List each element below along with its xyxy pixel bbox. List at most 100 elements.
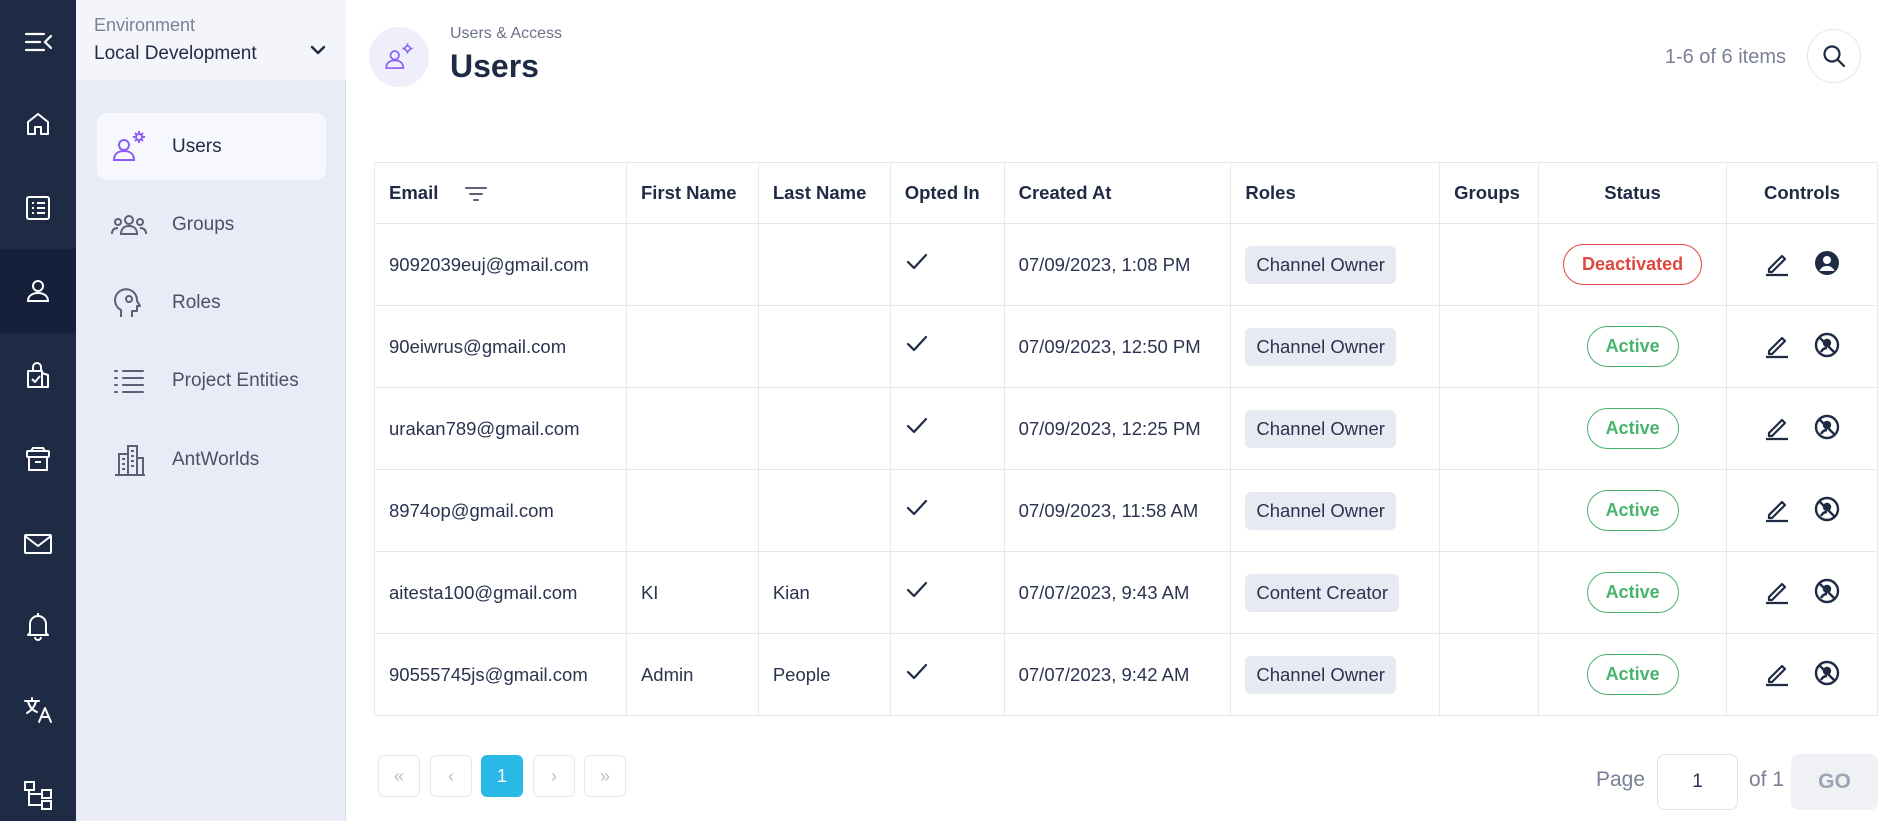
role-badge: Channel Owner xyxy=(1245,655,1396,694)
cell-created-at: 07/09/2023, 11:58 AM xyxy=(1003,469,1232,552)
status-badge: Deactivated xyxy=(1563,244,1703,285)
pencil-icon xyxy=(1766,500,1789,522)
status-badge: Active xyxy=(1586,326,1679,367)
role-badge: Channel Owner xyxy=(1245,491,1396,530)
column-header-last-name: Last Name xyxy=(757,162,891,224)
cell-opted-in xyxy=(889,305,1005,388)
go-button[interactable]: GO xyxy=(1791,754,1878,810)
cell-first-name xyxy=(625,469,759,552)
table-row: 90555745js@gmail.com Admin People 07/07/… xyxy=(374,633,1878,716)
users-gear-icon xyxy=(112,131,145,161)
first-page-button[interactable]: « xyxy=(378,755,420,797)
cell-opted-in xyxy=(889,469,1005,552)
cell-email: aitesta100@gmail.com xyxy=(374,551,627,634)
side-panel: Environment Local Development Users Grou… xyxy=(76,0,346,821)
filter-icon[interactable] xyxy=(464,184,488,204)
table-row: 9092039euj@gmail.com 07/09/2023, 1:08 PM… xyxy=(374,223,1878,306)
cell-opted-in xyxy=(889,387,1005,470)
users-gear-icon xyxy=(385,43,413,69)
check-icon xyxy=(906,253,927,270)
edit-button[interactable] xyxy=(1762,658,1792,688)
column-header-first-name: First Name xyxy=(625,162,759,224)
next-page-button[interactable]: › xyxy=(533,755,575,797)
users-table: Email First Name Last Name Opted In Crea… xyxy=(374,162,1878,716)
cell-status: Active xyxy=(1538,305,1728,388)
cell-email: 90eiwrus@gmail.com xyxy=(374,305,627,388)
home-icon xyxy=(27,113,49,135)
edit-button[interactable] xyxy=(1762,330,1792,360)
deactivate-user-button[interactable] xyxy=(1812,576,1842,606)
rail-archive[interactable] xyxy=(0,418,76,502)
cell-created-at: 07/07/2023, 9:42 AM xyxy=(1003,633,1232,716)
column-header-roles: Roles xyxy=(1230,162,1441,224)
sidebar-item-antworlds[interactable]: AntWorlds xyxy=(97,426,326,493)
rail-mail[interactable] xyxy=(0,502,76,586)
pencil-icon xyxy=(1766,582,1789,604)
user-block-icon xyxy=(1814,414,1840,439)
cell-email: 8974op@gmail.com xyxy=(374,469,627,552)
rail-users[interactable] xyxy=(0,249,76,333)
menu-collapse-button[interactable] xyxy=(0,0,76,84)
edit-button[interactable] xyxy=(1762,248,1792,278)
rail-translate[interactable] xyxy=(0,668,76,752)
icon-rail xyxy=(0,0,76,821)
buildings-icon xyxy=(115,445,145,476)
deactivate-user-button[interactable] xyxy=(1812,658,1842,688)
column-header-created-at: Created At xyxy=(1003,162,1232,224)
cell-email: 90555745js@gmail.com xyxy=(374,633,627,716)
item-count: 1-6 of 6 items xyxy=(1664,46,1786,68)
chevron-down-icon xyxy=(310,45,326,55)
role-badge: Channel Owner xyxy=(1245,245,1396,284)
bag-check-icon xyxy=(27,362,49,388)
search-icon xyxy=(1823,45,1846,68)
last-page-button[interactable]: » xyxy=(584,755,626,797)
rail-list[interactable] xyxy=(0,166,76,250)
column-header-status: Status xyxy=(1538,162,1728,224)
column-header-groups: Groups xyxy=(1439,162,1540,224)
column-header-controls: Controls xyxy=(1726,162,1878,224)
pencil-icon xyxy=(1766,664,1789,686)
cell-groups xyxy=(1439,223,1540,306)
table-row: 90eiwrus@gmail.com 07/09/2023, 12:50 PM … xyxy=(374,305,1878,388)
sidebar-item-roles[interactable]: Roles xyxy=(97,269,326,336)
environment-selector[interactable]: Environment Local Development xyxy=(76,0,346,80)
column-header-email[interactable]: Email xyxy=(374,162,627,224)
cell-roles: Channel Owner xyxy=(1230,223,1441,306)
cell-groups xyxy=(1439,387,1540,470)
activate-user-button[interactable] xyxy=(1812,248,1842,278)
deactivate-user-button[interactable] xyxy=(1812,330,1842,360)
search-button[interactable] xyxy=(1807,29,1861,83)
page-number-input[interactable] xyxy=(1657,754,1738,810)
cell-controls xyxy=(1726,469,1878,552)
rail-notifications[interactable] xyxy=(0,584,76,668)
cell-opted-in xyxy=(889,551,1005,634)
deactivate-user-button[interactable] xyxy=(1812,412,1842,442)
rail-bag[interactable] xyxy=(0,334,76,418)
cell-last-name xyxy=(757,387,891,470)
cell-first-name: KI xyxy=(625,551,759,634)
page-1-button[interactable]: 1 xyxy=(481,755,523,797)
pencil-icon xyxy=(1766,418,1789,440)
cell-groups xyxy=(1439,633,1540,716)
cell-first-name xyxy=(625,223,759,306)
user-block-icon xyxy=(1814,660,1840,685)
edit-button[interactable] xyxy=(1762,576,1792,606)
sidebar-item-groups[interactable]: Groups xyxy=(97,191,326,258)
cell-first-name: Admin xyxy=(625,633,759,716)
cell-groups xyxy=(1439,469,1540,552)
role-badge: Channel Owner xyxy=(1245,409,1396,448)
prev-page-button[interactable]: ‹ xyxy=(430,755,472,797)
sidebar-item-label: Users xyxy=(172,135,222,157)
edit-button[interactable] xyxy=(1762,494,1792,524)
check-icon xyxy=(906,663,927,680)
edit-button[interactable] xyxy=(1762,412,1792,442)
deactivate-user-button[interactable] xyxy=(1812,494,1842,524)
sidebar-item-project-entities[interactable]: Project Entities xyxy=(97,347,326,414)
sidebar-item-users[interactable]: Users xyxy=(97,113,326,180)
table-row: aitesta100@gmail.com KI Kian 07/07/2023,… xyxy=(374,551,1878,634)
cell-email: urakan789@gmail.com xyxy=(374,387,627,470)
rail-home[interactable] xyxy=(0,82,76,166)
rail-hierarchy[interactable] xyxy=(0,752,76,821)
mail-icon xyxy=(24,534,52,554)
user-icon xyxy=(26,280,50,302)
